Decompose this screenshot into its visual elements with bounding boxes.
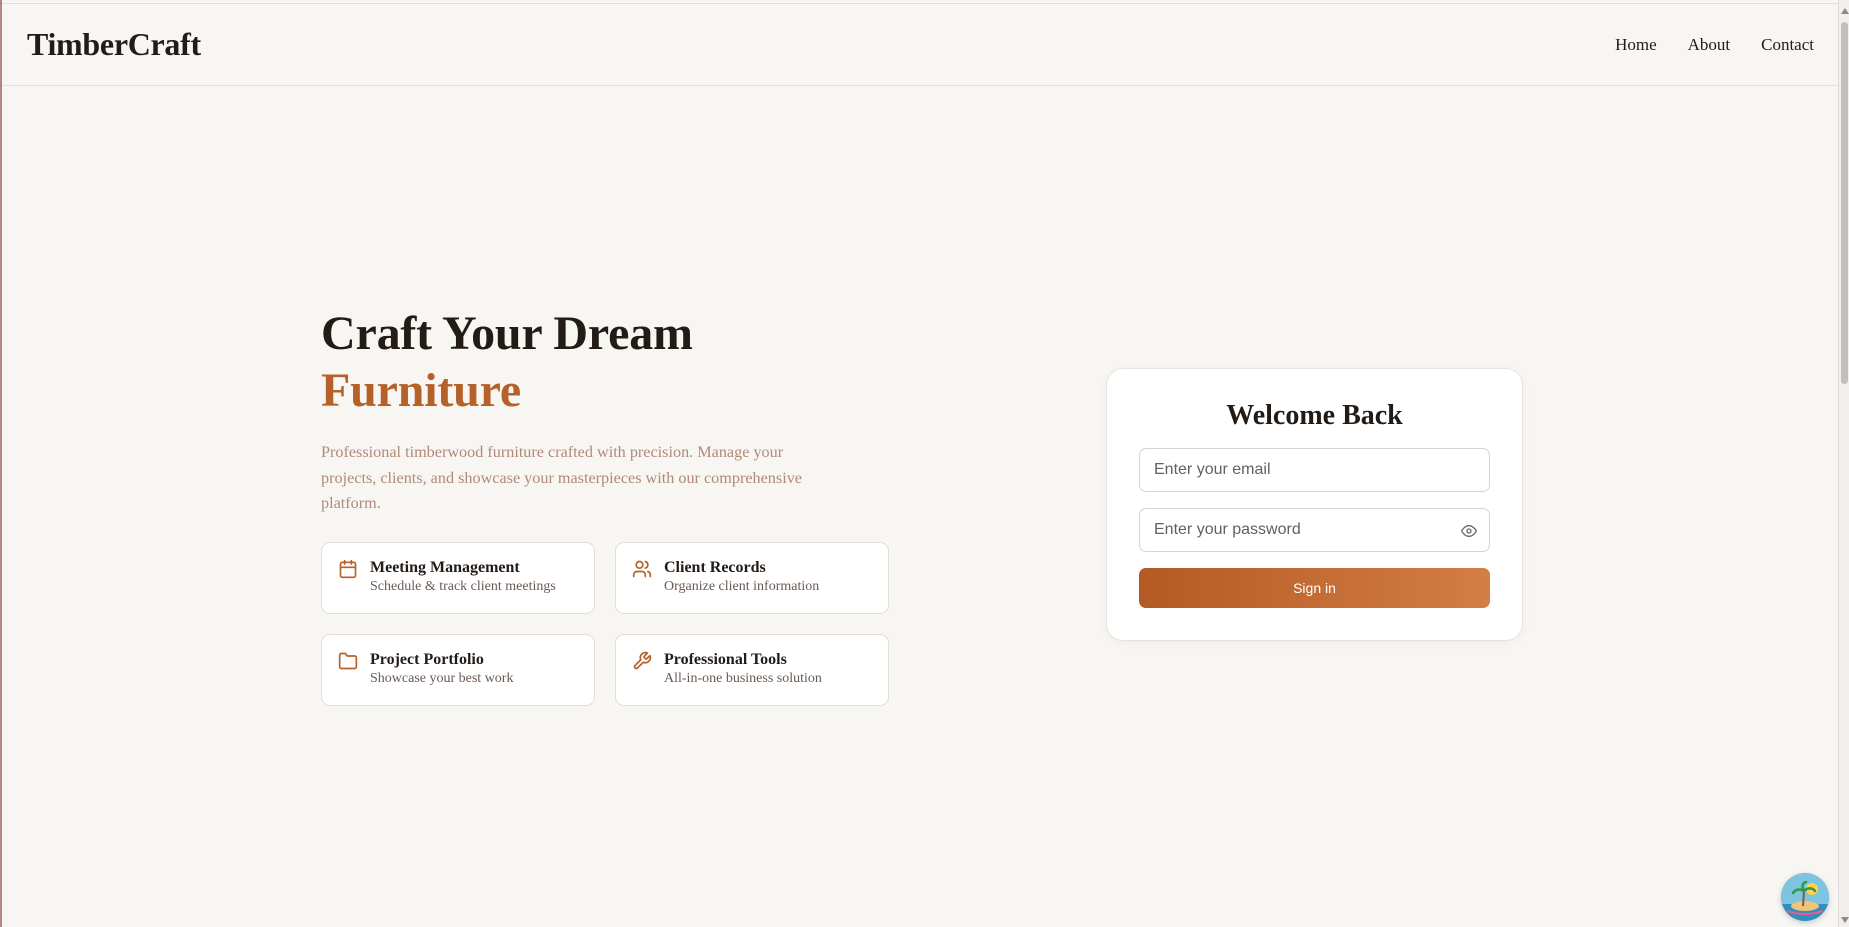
password-input[interactable] xyxy=(1140,509,1489,551)
eye-icon[interactable] xyxy=(1461,523,1477,539)
feature-grid: Meeting Management Schedule & track clie… xyxy=(321,542,889,706)
feature-text: Professional Tools All-in-one business s… xyxy=(664,650,822,690)
feature-text: Client Records Organize client informati… xyxy=(664,558,819,598)
folder-icon xyxy=(338,651,358,671)
left-edge-line xyxy=(0,0,2,927)
hero-title: Craft Your Dream Furniture xyxy=(321,305,901,419)
nav-link-about[interactable]: About xyxy=(1688,35,1731,55)
hero-description: Professional timberwood furniture crafte… xyxy=(321,443,802,512)
password-field-wrapper xyxy=(1139,508,1490,552)
feature-card-clients: Client Records Organize client informati… xyxy=(615,542,889,614)
scroll-up-arrow[interactable] xyxy=(1841,8,1849,14)
hero-title-line1: Craft Your Dream xyxy=(321,307,693,360)
users-icon xyxy=(632,559,652,579)
feature-title: Project Portfolio xyxy=(370,651,484,668)
scrollbar-thumb[interactable] xyxy=(1841,22,1848,384)
email-field-wrapper xyxy=(1139,448,1490,492)
nav-link-contact[interactable]: Contact xyxy=(1761,35,1814,55)
feature-description: Showcase your best work xyxy=(370,671,514,686)
island-icon xyxy=(1781,873,1829,921)
nav-link-home[interactable]: Home xyxy=(1615,35,1657,55)
feature-description: Organize client information xyxy=(664,579,820,594)
main-nav: Home About Contact xyxy=(1615,35,1814,55)
assistant-launcher-button[interactable] xyxy=(1781,873,1829,921)
wrench-icon xyxy=(632,651,652,671)
feature-description: Schedule & track client meetings xyxy=(370,579,556,594)
feature-title: Professional Tools xyxy=(664,651,787,668)
hero-section: Craft Your Dream Furniture Professional … xyxy=(321,305,901,517)
feature-card-meetings: Meeting Management Schedule & track clie… xyxy=(321,542,595,614)
scroll-down-arrow[interactable] xyxy=(1841,917,1849,923)
calendar-icon xyxy=(338,559,358,579)
email-input[interactable] xyxy=(1140,449,1489,491)
feature-description: All-in-one business solution xyxy=(664,671,822,686)
feature-card-portfolio: Project Portfolio Showcase your best wor… xyxy=(321,634,595,706)
hero-title-accent: Furniture xyxy=(321,364,521,417)
vertical-scrollbar[interactable] xyxy=(1838,0,1849,927)
brand-logo[interactable]: TimberCraft xyxy=(27,26,201,63)
login-card: Welcome Back Sign in xyxy=(1107,369,1522,640)
login-title: Welcome Back xyxy=(1226,400,1403,431)
sign-in-button[interactable]: Sign in xyxy=(1139,568,1490,608)
feature-text: Meeting Management Schedule & track clie… xyxy=(370,558,556,598)
feature-title: Meeting Management xyxy=(370,559,520,576)
feature-title: Client Records xyxy=(664,559,766,576)
navbar: TimberCraft Home About Contact xyxy=(2,4,1838,86)
feature-text: Project Portfolio Showcase your best wor… xyxy=(370,650,513,690)
feature-card-tools: Professional Tools All-in-one business s… xyxy=(615,634,889,706)
page: TimberCraft Home About Contact Craft You… xyxy=(0,0,1849,927)
